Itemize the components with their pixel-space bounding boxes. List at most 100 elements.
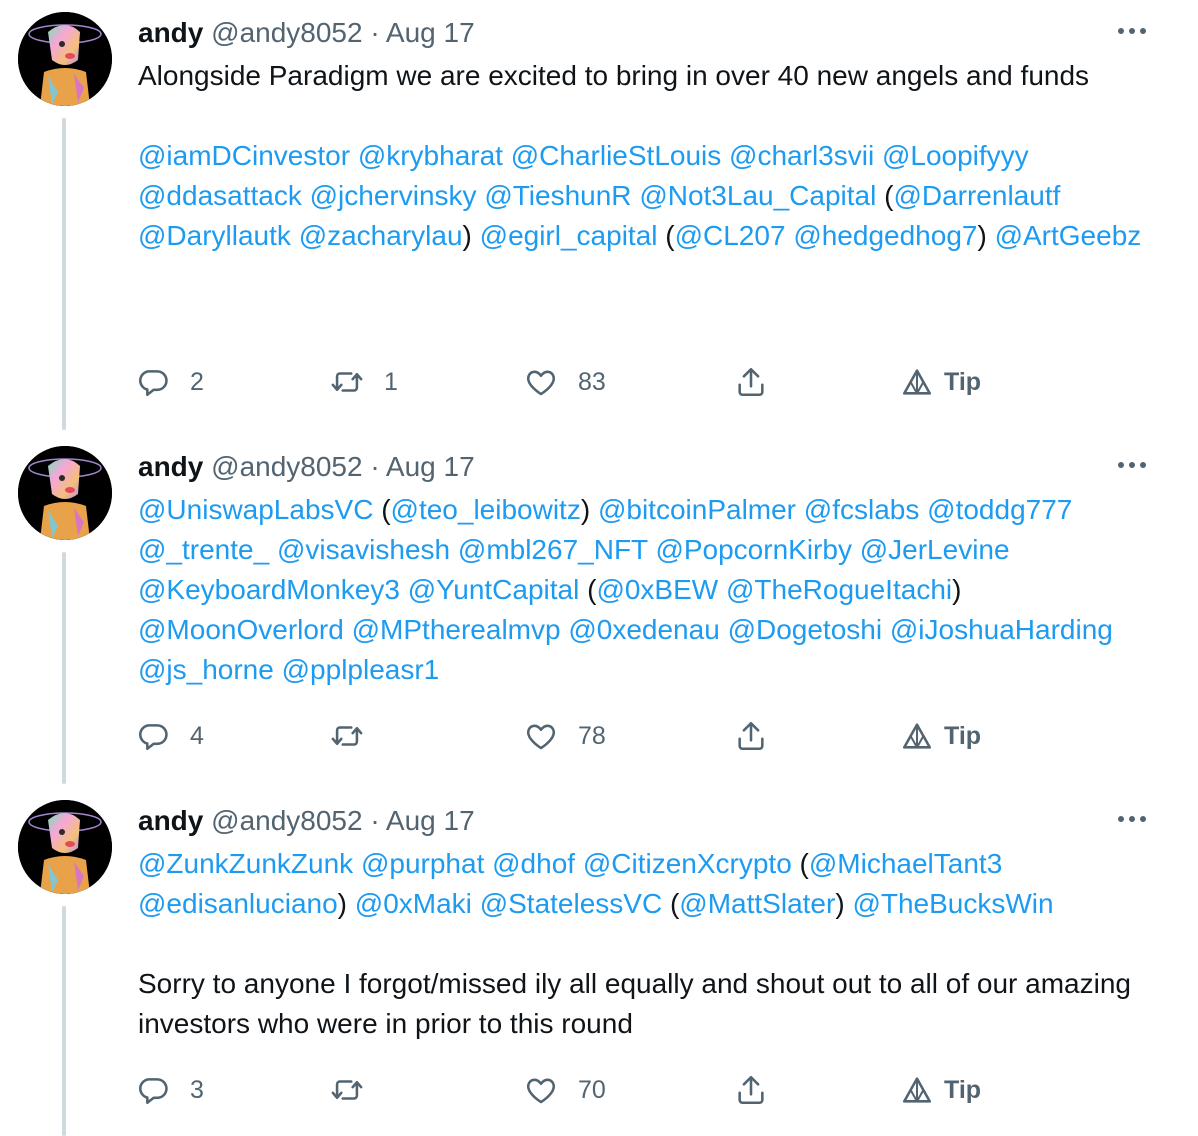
- like-button[interactable]: 78: [524, 716, 606, 756]
- mention-link[interactable]: @TieshunR: [484, 180, 631, 211]
- mention-link[interactable]: @dhof: [492, 848, 575, 879]
- avatar-image: [18, 12, 112, 106]
- mention-link[interactable]: @CitizenXcrypto: [583, 848, 792, 879]
- mention-link[interactable]: @teo_leibowitz: [391, 494, 581, 525]
- mention-link[interactable]: @toddg777: [927, 494, 1072, 525]
- mention-link[interactable]: @bitcoinPalmer: [598, 494, 796, 525]
- avatar[interactable]: [18, 12, 112, 106]
- author-handle[interactable]: @andy8052: [211, 451, 362, 482]
- share-button[interactable]: [734, 716, 768, 756]
- mention-link[interactable]: @PopcornKirby: [655, 534, 852, 565]
- more-options-button[interactable]: [1112, 14, 1152, 48]
- mention-link[interactable]: @CharlieStLouis: [511, 140, 722, 171]
- heart-icon: [526, 724, 556, 750]
- mention-link[interactable]: @_trente_: [138, 534, 269, 565]
- mention-link[interactable]: @YuntCapital: [408, 574, 580, 605]
- mention-link[interactable]: @CL207: [675, 220, 786, 251]
- share-button[interactable]: [734, 362, 768, 402]
- retweet-button[interactable]: 1: [330, 362, 398, 402]
- share-icon: [738, 1075, 764, 1105]
- author-name[interactable]: andy: [138, 805, 203, 836]
- tweet-text-segment: [1029, 140, 1037, 171]
- reply-button[interactable]: 3: [136, 1070, 204, 1110]
- tweet-date[interactable]: Aug 17: [386, 17, 475, 48]
- more-options-button[interactable]: [1112, 802, 1152, 836]
- mention-link[interactable]: @Darrenlautf: [893, 180, 1060, 211]
- mention-link[interactable]: @jchervinsky: [310, 180, 477, 211]
- tweet-text-segment: [796, 494, 804, 525]
- author-handle[interactable]: @andy8052: [211, 805, 362, 836]
- mention-link[interactable]: @TheRogueItachi: [726, 574, 952, 605]
- author-name[interactable]: andy: [138, 451, 203, 482]
- mention-link[interactable]: @0xMaki: [355, 888, 472, 919]
- mention-link[interactable]: @charl3svii: [729, 140, 874, 171]
- tweet[interactable]: andy @andy8052 · Aug 17 @UniswapLabsVC (…: [0, 446, 1198, 776]
- mention-link[interactable]: @pplpleasr1: [282, 654, 440, 685]
- mention-link[interactable]: @Daryllautk: [138, 220, 291, 251]
- mention-link[interactable]: @zacharylau: [299, 220, 463, 251]
- mention-link[interactable]: @hedgedhog7: [793, 220, 977, 251]
- tweet-text-segment: [400, 574, 408, 605]
- tip-label: Tip: [944, 721, 982, 750]
- mention-link[interactable]: @0xedenau: [568, 614, 719, 645]
- more-options-button[interactable]: [1112, 448, 1152, 482]
- avatar[interactable]: [18, 446, 112, 540]
- author-name[interactable]: andy: [138, 17, 203, 48]
- retweet-button[interactable]: [330, 716, 384, 756]
- mention-link[interactable]: @TheBucksWin: [852, 888, 1053, 919]
- avatar[interactable]: [18, 800, 112, 894]
- mention-link[interactable]: @ZunkZunkZunk: [138, 848, 353, 879]
- mention-link[interactable]: @visavishesh: [277, 534, 450, 565]
- like-button[interactable]: 83: [524, 362, 606, 402]
- mention-link[interactable]: @UniswapLabsVC: [138, 494, 373, 525]
- tweet-text-segment: [882, 614, 890, 645]
- tweet[interactable]: andy @andy8052 · Aug 17 @ZunkZunkZunk @p…: [0, 800, 1198, 1136]
- mention-link[interactable]: @js_horne: [138, 654, 274, 685]
- like-button[interactable]: 70: [524, 1070, 606, 1110]
- tweet-text-segment: ): [952, 574, 970, 605]
- tweet-text-segment: [1010, 534, 1018, 565]
- tip-button[interactable]: Tip: [900, 716, 981, 756]
- tip-button[interactable]: Tip: [900, 1070, 981, 1110]
- mention-link[interactable]: @krybharat: [358, 140, 503, 171]
- mention-link[interactable]: @MoonOverlord: [138, 614, 344, 645]
- tip-icon: [902, 369, 932, 395]
- tweet-text-segment: ): [835, 888, 853, 919]
- mention-link[interactable]: @Not3Lau_Capital: [639, 180, 876, 211]
- mention-link[interactable]: @MichaelTant3: [809, 848, 1002, 879]
- tweet-text-segment: [852, 534, 860, 565]
- tweet-text-segment: [1002, 848, 1010, 879]
- mention-link[interactable]: @MPtherealmvp: [352, 614, 561, 645]
- mention-link[interactable]: @mbl267_NFT: [458, 534, 648, 565]
- mention-link[interactable]: @egirl_capital: [480, 220, 658, 251]
- tweet-text: Alongside Paradigm we are excited to bri…: [138, 56, 1148, 256]
- mention-link[interactable]: @0xBEW: [596, 574, 718, 605]
- mention-link[interactable]: @Loopifyyy: [882, 140, 1029, 171]
- mention-link[interactable]: @MattSlater: [679, 888, 835, 919]
- tweet-text-segment: (: [373, 494, 391, 525]
- tweet-text-segment: [919, 494, 927, 525]
- tweet-text-segment: [353, 848, 361, 879]
- retweet-button[interactable]: [330, 1070, 384, 1110]
- mention-link[interactable]: @fcslabs: [804, 494, 920, 525]
- mention-link[interactable]: @iJoshuaHarding: [890, 614, 1113, 645]
- mention-link[interactable]: @iamDCinvestor: [138, 140, 350, 171]
- tip-button[interactable]: Tip: [900, 362, 981, 402]
- tweet-date[interactable]: Aug 17: [386, 451, 475, 482]
- author-handle[interactable]: @andy8052: [211, 17, 362, 48]
- mention-link[interactable]: @Dogetoshi: [728, 614, 883, 645]
- reply-button[interactable]: 4: [136, 716, 204, 756]
- mention-link[interactable]: @purphat: [361, 848, 484, 879]
- tweet-date[interactable]: Aug 17: [386, 805, 475, 836]
- tweet[interactable]: andy @andy8052 · Aug 17 Alongside Paradi…: [0, 12, 1198, 422]
- mention-link[interactable]: @ddasattack: [138, 180, 302, 211]
- reply-icon: [139, 724, 168, 751]
- tweet-actions: 4 78 Tip: [136, 716, 1036, 756]
- mention-link[interactable]: @JerLevine: [860, 534, 1010, 565]
- mention-link[interactable]: @ArtGeebz: [995, 220, 1142, 251]
- mention-link[interactable]: @edisanluciano: [138, 888, 338, 919]
- mention-link[interactable]: @StatelessVC: [480, 888, 663, 919]
- reply-button[interactable]: 2: [136, 362, 204, 402]
- mention-link[interactable]: @KeyboardMonkey3: [138, 574, 400, 605]
- share-button[interactable]: [734, 1070, 768, 1110]
